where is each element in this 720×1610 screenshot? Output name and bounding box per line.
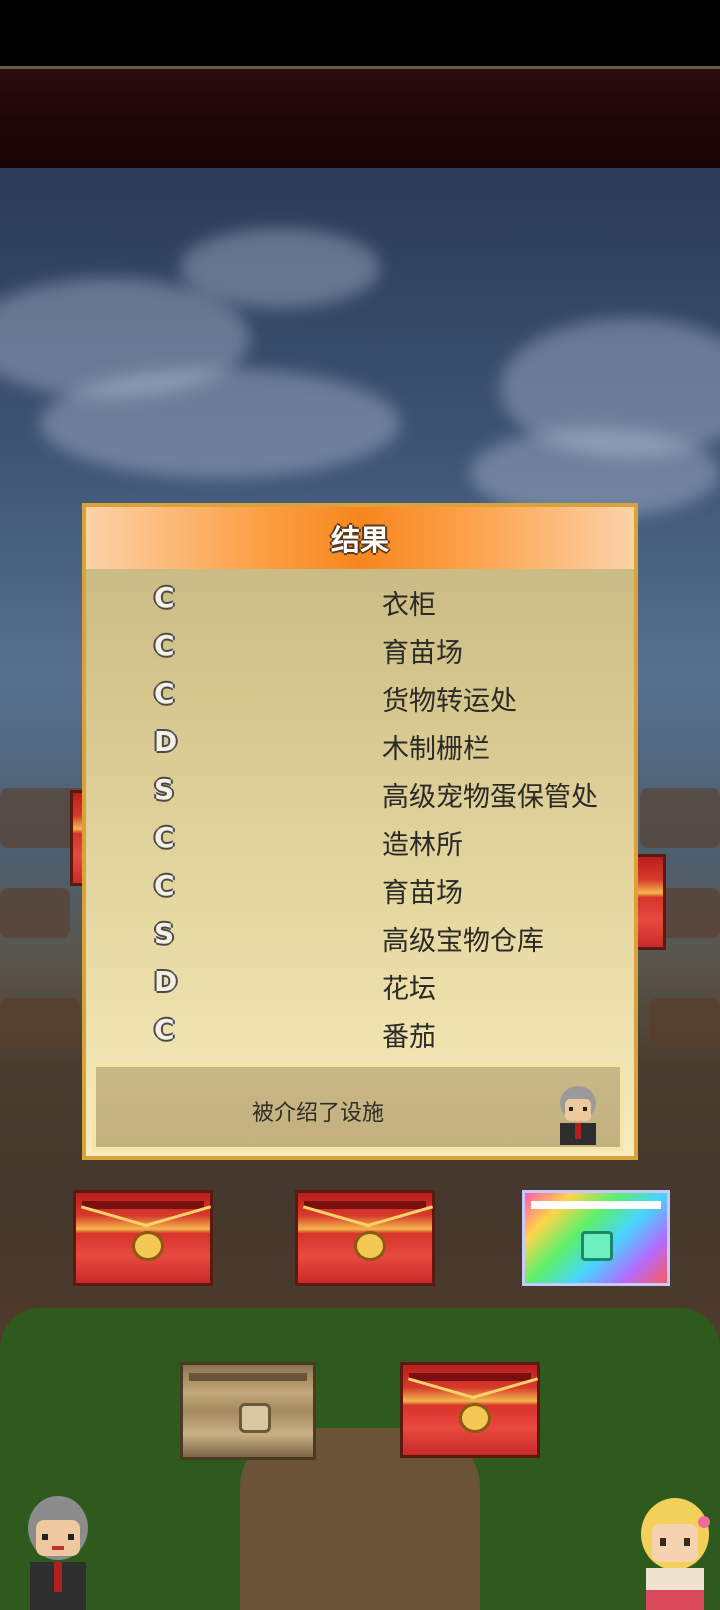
list-item: D 木制栅栏 (86, 721, 634, 769)
list-item: C 造林所 (86, 817, 634, 865)
chest-lid (304, 1201, 426, 1209)
advisor-avatar-icon (560, 1086, 596, 1145)
red-chest-icon[interactable] (73, 1190, 213, 1286)
dialog-header: 结果 (86, 507, 634, 569)
girl-character-icon (641, 1498, 710, 1610)
rainbow-chest-icon[interactable] (522, 1190, 670, 1286)
grade-label: D (154, 725, 178, 758)
facility-name: 货物转运处 (382, 686, 517, 717)
chest-clasp (581, 1231, 613, 1261)
cloud (180, 228, 380, 308)
list-item: C 衣柜 (86, 577, 634, 625)
facility-name: 衣柜 (382, 590, 436, 621)
grade-label: C (154, 869, 175, 902)
result-list: C 衣柜 C 育苗场 C 货物转运处 D 木制栅栏 S 高级宠物蛋保管处 C 造… (86, 577, 634, 1057)
chest-clasp (459, 1403, 491, 1433)
chest-lid (531, 1201, 661, 1209)
list-item: C 番茄 (86, 1009, 634, 1057)
grade-label: C (154, 1013, 175, 1046)
top-banner (0, 66, 720, 171)
cloud (40, 368, 400, 478)
facility-name: 花坛 (382, 974, 436, 1005)
grade-label: C (154, 821, 175, 854)
facility-name: 高级宠物蛋保管处 (382, 782, 598, 813)
message-box[interactable]: 被介绍了设施 (92, 1063, 624, 1151)
facility-name: 高级宝物仓库 (382, 926, 544, 957)
message-text: 被介绍了设施 (252, 1101, 385, 1126)
list-item: C 货物转运处 (86, 673, 634, 721)
facility-name: 育苗场 (382, 638, 463, 669)
grade-label: C (154, 629, 175, 662)
facility-name: 造林所 (382, 830, 463, 861)
dirt-plot (640, 788, 720, 848)
chest-clasp (354, 1231, 386, 1261)
chest-clasp (239, 1403, 271, 1433)
chest-lid (82, 1201, 204, 1209)
grade-label: S (154, 773, 175, 806)
result-dialog: 结果 C 衣柜 C 育苗场 C 货物转运处 D 木制栅栏 S 高级宠物蛋保管处 … (82, 503, 638, 1160)
list-item: D 花坛 (86, 961, 634, 1009)
chest-lid (409, 1373, 531, 1381)
list-item: S 高级宠物蛋保管处 (86, 769, 634, 817)
grade-label: C (154, 677, 175, 710)
list-item: C 育苗场 (86, 865, 634, 913)
dirt-plot (650, 998, 720, 1048)
red-chest-icon[interactable] (400, 1362, 540, 1458)
grade-label: S (154, 917, 175, 950)
advisor-character-icon (28, 1496, 88, 1610)
grade-label: C (154, 581, 175, 614)
grade-label: D (154, 965, 178, 998)
wooden-chest-icon[interactable] (180, 1362, 316, 1460)
dialog-title: 结果 (330, 523, 389, 557)
facility-name: 番茄 (382, 1022, 436, 1053)
list-item: C 育苗场 (86, 625, 634, 673)
red-chest-icon[interactable] (295, 1190, 435, 1286)
status-bar (0, 0, 720, 66)
dirt-plot (0, 888, 70, 938)
facility-name: 木制栅栏 (382, 734, 490, 765)
dirt-plot (0, 998, 80, 1048)
chest-lid (189, 1373, 307, 1381)
chest-clasp (132, 1231, 164, 1261)
facility-name: 育苗场 (382, 878, 463, 909)
list-item: S 高级宝物仓库 (86, 913, 634, 961)
